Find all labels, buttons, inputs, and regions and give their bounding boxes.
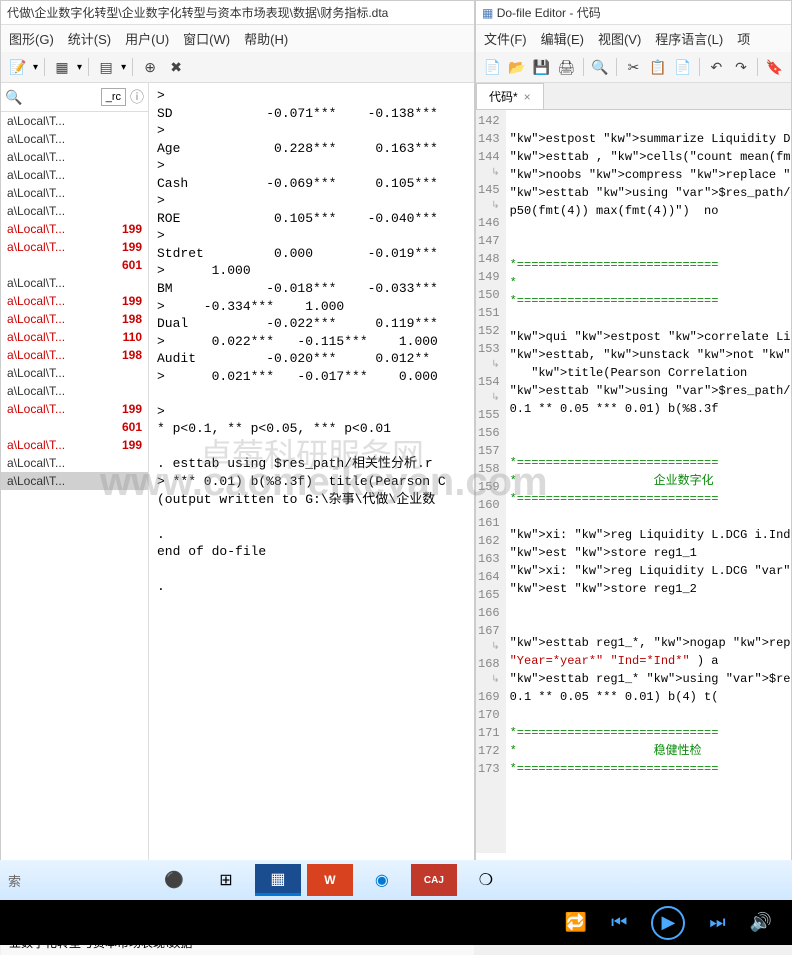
next-icon[interactable]: ⏭ (709, 912, 725, 933)
history-row[interactable]: a\Local\T... (1, 166, 148, 184)
save-icon[interactable]: 💾 (531, 56, 552, 78)
dofile-toolbar: 📄 📂 💾 🖨 🔍 ✂ 📋 📄 ↶ ↷ 🔖 (476, 52, 791, 83)
stata-window: 代做\企业数字化转型\企业数字化转型与资本市场表现\数据\财务指标.dta 图形… (0, 0, 475, 875)
open-icon[interactable]: 📂 (507, 56, 528, 78)
history-row[interactable]: 601 (1, 256, 148, 274)
undo-icon[interactable]: ↶ (706, 56, 727, 78)
prev-icon[interactable]: ⏮ (611, 912, 627, 933)
tab-code[interactable]: 代码* × (476, 83, 544, 109)
dofile-icon[interactable]: 📝 (7, 56, 29, 78)
code-editor[interactable]: 142143144↳145↳146147148149150151152153↳1… (476, 110, 791, 853)
menu-item[interactable]: 编辑(E) (541, 29, 584, 48)
taskbar-wps[interactable]: W (307, 864, 353, 896)
tab-strip: 代码* × (476, 83, 791, 110)
data-editor-icon[interactable]: ▦ (51, 56, 73, 78)
menu-item[interactable]: 程序语言(L) (655, 29, 723, 48)
history-row[interactable]: a\Local\T... (1, 472, 148, 490)
break-icon[interactable]: ✖ (165, 56, 187, 78)
history-row[interactable]: a\Local\T... (1, 148, 148, 166)
menu-item[interactable]: 视图(V) (598, 29, 641, 48)
history-row[interactable]: a\Local\T...199 (1, 436, 148, 454)
play-button[interactable]: ▶ (651, 906, 685, 940)
new-icon[interactable]: 📄 (482, 56, 503, 78)
history-row[interactable]: a\Local\T... (1, 274, 148, 292)
taskbar-edge[interactable]: ◉ (359, 864, 405, 896)
close-icon[interactable]: × (524, 90, 531, 104)
bookmark-icon[interactable]: 🔖 (764, 56, 785, 78)
more-icon[interactable]: ⊕ (139, 56, 161, 78)
redo-icon[interactable]: ↷ (731, 56, 752, 78)
taskbar-cortana[interactable]: ⚫ (151, 864, 197, 896)
dofile-titlebar: ▦ Do-file Editor - 代码 (476, 1, 791, 25)
history-row[interactable]: a\Local\T...199 (1, 220, 148, 238)
history-row[interactable]: a\Local\T...199 (1, 292, 148, 310)
taskbar-app1[interactable]: ▦ (255, 864, 301, 896)
history-row[interactable]: a\Local\T... (1, 130, 148, 148)
volume-icon[interactable]: 🔊 (750, 912, 772, 933)
taskbar-caj[interactable]: CAJ (411, 864, 457, 896)
cut-icon[interactable]: ✂ (623, 56, 644, 78)
search-label[interactable]: 索 (8, 871, 21, 890)
menu-item[interactable]: 项 (737, 29, 750, 48)
stata-menubar: 图形(G) 统计(S) 用户(U) 窗口(W) 帮助(H) (1, 25, 474, 52)
dofile-editor-window: ▦ Do-file Editor - 代码 文件(F) 编辑(E) 视图(V) 程序语… (475, 0, 792, 875)
history-row[interactable]: a\Local\T... (1, 112, 148, 130)
history-row[interactable]: a\Local\T... (1, 202, 148, 220)
windows-taskbar: 索 ⚫ ⊞ ▦ W ◉ CAJ ❍ (0, 860, 792, 900)
repeat-icon[interactable]: 🔁 (565, 912, 587, 933)
history-sidebar: 🔍 _rc ⓘ a\Local\T...a\Local\T...a\Local\… (1, 83, 149, 871)
menu-item[interactable]: 文件(F) (484, 29, 527, 48)
search-icon[interactable]: 🔍 (590, 56, 611, 78)
history-row[interactable]: a\Local\T...198 (1, 310, 148, 328)
copy-icon[interactable]: 📋 (648, 56, 669, 78)
history-row[interactable]: a\Local\T... (1, 382, 148, 400)
menu-item[interactable]: 统计(S) (68, 29, 111, 48)
history-row[interactable]: a\Local\T... (1, 364, 148, 382)
paste-icon[interactable]: 📄 (672, 56, 693, 78)
history-row[interactable]: a\Local\T...199 (1, 400, 148, 418)
taskbar-app2[interactable]: ❍ (463, 864, 509, 896)
menu-item[interactable]: 帮助(H) (244, 29, 288, 48)
stata-toolbar: 📝▾ ▦▾ ▤▾ ⊕ ✖ (1, 52, 474, 83)
history-row[interactable]: a\Local\T... (1, 454, 148, 472)
menu-item[interactable]: 用户(U) (125, 29, 169, 48)
data-browse-icon[interactable]: ▤ (95, 56, 117, 78)
history-row[interactable]: a\Local\T... (1, 184, 148, 202)
media-control-bar: 🔁 ⏮ ▶ ⏭ 🔊 (0, 900, 792, 945)
stata-titlebar: 代做\企业数字化转型\企业数字化转型与资本市场表现\数据\财务指标.dta (1, 1, 474, 25)
print-icon[interactable]: 🖨 (556, 56, 577, 78)
history-row[interactable]: a\Local\T...198 (1, 346, 148, 364)
menu-item[interactable]: 图形(G) (9, 29, 54, 48)
history-row[interactable]: a\Local\T...110 (1, 328, 148, 346)
history-row[interactable]: 601 (1, 418, 148, 436)
menu-item[interactable]: 窗口(W) (183, 29, 230, 48)
rc-header: _rc (101, 88, 126, 106)
dofile-menubar: 文件(F) 编辑(E) 视图(V) 程序语言(L) 项 (476, 25, 791, 52)
results-pane[interactable]: > SD -0.071*** -0.138*** > Age 0.228*** … (149, 83, 474, 871)
taskbar-taskview[interactable]: ⊞ (203, 864, 249, 896)
history-row[interactable]: a\Local\T...199 (1, 238, 148, 256)
